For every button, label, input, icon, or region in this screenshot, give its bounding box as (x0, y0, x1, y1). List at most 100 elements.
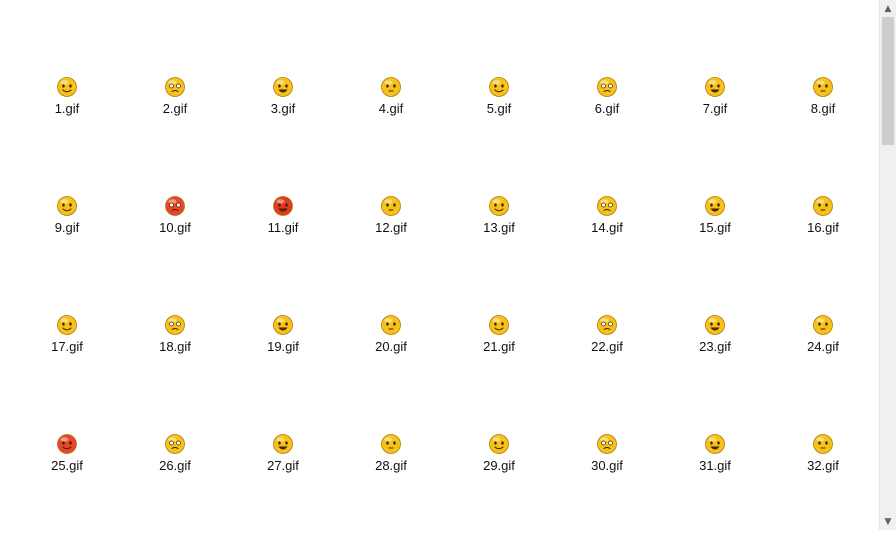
file-view-pane: 1.gif 2.gif 3.gif 4.gif 5.gif 6.gif 7.gif 8.gif… (0, 0, 879, 530)
smiley-rage-icon (57, 434, 77, 454)
file-name-label: 10.gif (159, 220, 191, 235)
file-name-label: 13.gif (483, 220, 515, 235)
file-name-label: 17.gif (51, 339, 83, 354)
file-item[interactable]: 17.gif (13, 313, 121, 432)
file-item[interactable]: 29.gif (445, 432, 553, 551)
file-item[interactable]: 18.gif (121, 313, 229, 432)
smiley-cover-mouth-icon (273, 315, 293, 335)
scroll-thumb[interactable] (882, 17, 894, 145)
scroll-down-arrow-icon[interactable]: ▼ (880, 513, 896, 530)
file-name-label: 9.gif (54, 220, 80, 235)
file-item[interactable]: 6.gif (553, 75, 661, 194)
gif-thumbnail (271, 432, 295, 456)
file-item[interactable]: 30.gif (553, 432, 661, 551)
gif-thumbnail (487, 313, 511, 337)
file-item[interactable]: 32.gif (769, 432, 877, 551)
file-item[interactable]: 8.gif (769, 75, 877, 194)
file-item[interactable]: 19.gif (229, 313, 337, 432)
file-grid: 1.gif 2.gif 3.gif 4.gif 5.gif 6.gif 7.gif 8.gif… (13, 75, 877, 551)
smiley-blank-icon (813, 315, 833, 335)
file-name-label: 20.gif (375, 339, 407, 354)
file-name-label: 3.gif (270, 101, 296, 116)
scroll-up-arrow-icon[interactable]: ▲ (880, 0, 896, 17)
smiley-happy-icon (597, 196, 617, 216)
file-name-label: 25.gif (51, 458, 83, 473)
gif-thumbnail (703, 432, 727, 456)
smiley-shy-icon (597, 77, 617, 97)
file-name-label: 32.gif (807, 458, 839, 473)
file-item[interactable]: 4.gif (337, 75, 445, 194)
vertical-scrollbar[interactable]: ▲ ▼ (879, 0, 896, 530)
file-item[interactable]: 10.gif (121, 194, 229, 313)
gif-thumbnail (703, 75, 727, 99)
smiley-squint-icon (165, 434, 185, 454)
file-name-label: 24.gif (807, 339, 839, 354)
smiley-stunned-icon (813, 434, 833, 454)
smiley-dizzy-icon (165, 315, 185, 335)
file-item[interactable]: 7.gif (661, 75, 769, 194)
file-name-label: 8.gif (810, 101, 836, 116)
file-name-label: 19.gif (267, 339, 299, 354)
file-name-label: 22.gif (591, 339, 623, 354)
file-item[interactable]: 27.gif (229, 432, 337, 551)
file-item[interactable]: 13.gif (445, 194, 553, 313)
smiley-laugh-cry-icon (57, 315, 77, 335)
file-name-label: 7.gif (702, 101, 728, 116)
file-name-label: 16.gif (807, 220, 839, 235)
file-name-label: 1.gif (54, 101, 80, 116)
file-item[interactable]: 28.gif (337, 432, 445, 551)
file-item[interactable]: 11.gif (229, 194, 337, 313)
smiley-embarrassed-icon (165, 196, 185, 216)
file-name-label: 12.gif (375, 220, 407, 235)
file-name-label: 29.gif (483, 458, 515, 473)
gif-thumbnail (55, 75, 79, 99)
smiley-shocked-icon (705, 434, 725, 454)
file-item[interactable]: 23.gif (661, 313, 769, 432)
file-item[interactable]: 15.gif (661, 194, 769, 313)
file-name-label: 30.gif (591, 458, 623, 473)
gif-thumbnail (271, 194, 295, 218)
file-item[interactable]: 26.gif (121, 432, 229, 551)
gif-thumbnail (379, 194, 403, 218)
file-item[interactable]: 1.gif (13, 75, 121, 194)
smiley-laugh-icon (273, 434, 293, 454)
smiley-heart-eyes-icon (273, 77, 293, 97)
smiley-sunglasses-icon (489, 77, 509, 97)
file-item[interactable]: 5.gif (445, 75, 553, 194)
file-item[interactable]: 20.gif (337, 313, 445, 432)
file-item[interactable]: 12.gif (337, 194, 445, 313)
file-name-label: 4.gif (378, 101, 404, 116)
smiley-confused-icon (597, 434, 617, 454)
gif-thumbnail (271, 75, 295, 99)
file-item[interactable]: 2.gif (121, 75, 229, 194)
gif-thumbnail (55, 432, 79, 456)
gif-thumbnail (379, 432, 403, 456)
smiley-sleepy-icon (813, 77, 833, 97)
file-item[interactable]: 25.gif (13, 432, 121, 551)
file-item[interactable]: 16.gif (769, 194, 877, 313)
gif-thumbnail (811, 75, 835, 99)
file-item[interactable]: 14.gif (553, 194, 661, 313)
gif-thumbnail (703, 194, 727, 218)
gif-thumbnail (163, 75, 187, 99)
file-item[interactable]: 21.gif (445, 313, 553, 432)
file-name-label: 31.gif (699, 458, 731, 473)
smiley-smile-icon (381, 196, 401, 216)
file-name-label: 28.gif (375, 458, 407, 473)
file-name-label: 2.gif (162, 101, 188, 116)
file-name-label: 23.gif (699, 339, 731, 354)
file-item[interactable]: 31.gif (661, 432, 769, 551)
gif-thumbnail (595, 432, 619, 456)
smiley-cool-icon (813, 196, 833, 216)
gif-thumbnail (487, 194, 511, 218)
gif-thumbnail (55, 313, 79, 337)
file-name-label: 14.gif (591, 220, 623, 235)
file-item[interactable]: 3.gif (229, 75, 337, 194)
gif-thumbnail (271, 313, 295, 337)
smiley-thinking-icon (597, 315, 617, 335)
smiley-headband-icon (489, 434, 509, 454)
file-name-label: 15.gif (699, 220, 731, 235)
file-item[interactable]: 9.gif (13, 194, 121, 313)
file-item[interactable]: 22.gif (553, 313, 661, 432)
file-item[interactable]: 24.gif (769, 313, 877, 432)
